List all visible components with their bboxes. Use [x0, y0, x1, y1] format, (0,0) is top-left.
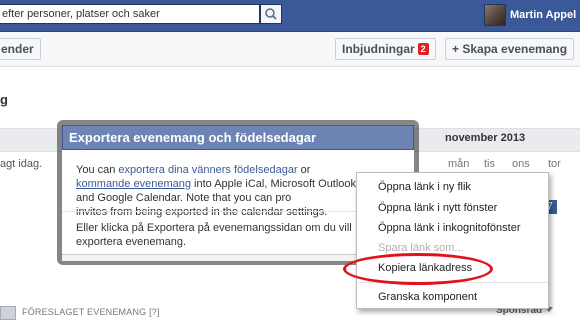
dayname: tis — [484, 158, 495, 170]
dayname: tor — [548, 158, 561, 170]
left-status-text: agt idag. — [0, 158, 43, 170]
invitations-label: Inbjudningar — [342, 42, 415, 56]
page-heading-fragment: g — [0, 92, 8, 107]
dayname: ons — [512, 158, 530, 170]
calendar-button[interactable]: ender — [0, 38, 41, 60]
user-name-link[interactable]: Martin Appel — [510, 9, 576, 21]
menu-item-open-new-tab[interactable]: Öppna länk i ny flik — [378, 181, 471, 193]
search-text: efter personer, platser och saker — [2, 8, 160, 20]
search-button[interactable] — [260, 4, 282, 24]
menu-item-open-incognito[interactable]: Öppna länk i inkognitofönster — [378, 222, 520, 234]
calendar-month: november 2013 — [445, 132, 526, 144]
calendar-button-label: ender — [1, 42, 34, 56]
event-icon — [0, 306, 16, 320]
suggested-event-label: FÖRESLAGET EVENEMANG [?] — [22, 307, 160, 317]
top-bar: efter personer, platser och saker Martin… — [0, 0, 580, 32]
create-event-label: + Skapa evenemang — [452, 42, 568, 56]
dayname: mån — [448, 158, 470, 170]
suggested-event-text: FÖRESLAGET EVENEMANG — [22, 307, 147, 317]
dialog-text-part: You can — [76, 164, 119, 176]
help-link[interactable]: [?] — [149, 307, 160, 317]
dialog-title: Exportera evenemang och födelsedagar — [62, 125, 414, 150]
export-birthdays-link[interactable]: exportera dina vänners födelsedagar — [118, 164, 297, 176]
search-input[interactable]: efter personer, platser och saker — [0, 4, 260, 24]
highlight-annotation — [343, 253, 493, 285]
invitations-count-badge: 2 — [417, 43, 429, 55]
menu-item-inspect-element[interactable]: Granska komponent — [378, 291, 477, 303]
dialog-text-part: or — [297, 164, 311, 176]
dialog-text-2: Eller klicka på Exportera på evenemangss… — [76, 222, 352, 248]
context-menu: Öppna länk i ny flik Öppna länk i nytt f… — [356, 172, 549, 309]
search-icon — [265, 8, 277, 20]
invitations-button[interactable]: Inbjudningar 2 — [335, 38, 436, 60]
avatar[interactable] — [484, 4, 506, 26]
dialog-text-part: invites from being exported in the calen… — [76, 206, 328, 218]
menu-item-open-new-window[interactable]: Öppna länk i nytt fönster — [378, 202, 497, 214]
create-event-button[interactable]: + Skapa evenemang — [445, 38, 575, 60]
upcoming-events-link[interactable]: kommande evenemang — [76, 178, 191, 190]
